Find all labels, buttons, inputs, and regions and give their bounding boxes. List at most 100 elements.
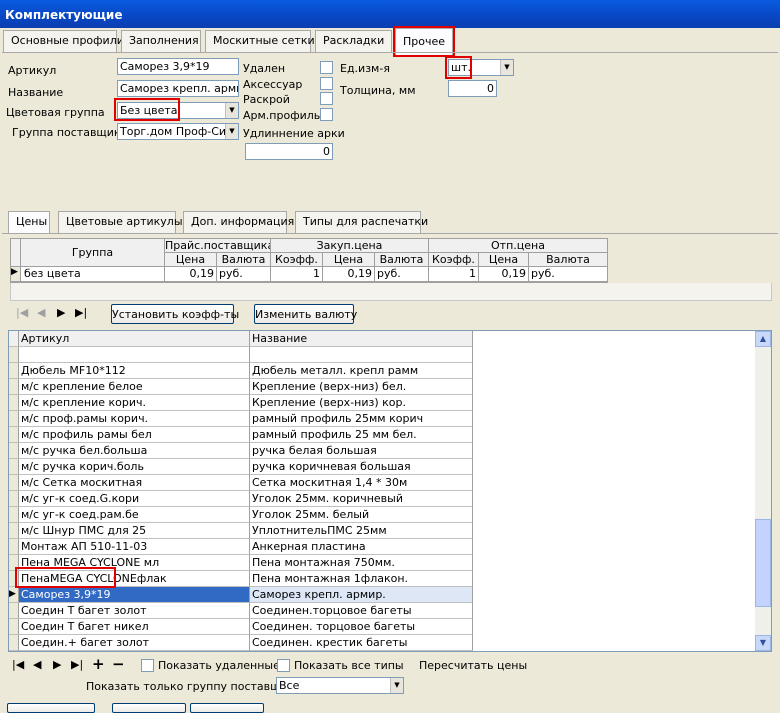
table-row[interactable]: м/с проф.рамы корич. рамный профиль 25мм … — [9, 411, 473, 427]
price-row-sp-price[interactable]: 0,19 — [165, 267, 217, 282]
cell-name[interactable]: Уголок 25мм. коричневый — [250, 491, 473, 507]
price-row-sp-currency[interactable]: руб. — [217, 267, 271, 282]
table-row[interactable]: м/с крепление белое Крепление (верх-низ) … — [9, 379, 473, 395]
prev-record-icon[interactable]: ◀ — [33, 658, 41, 671]
price-row-pp-currency[interactable]: руб. — [375, 267, 429, 282]
deleted-checkbox[interactable] — [320, 61, 333, 74]
accessory-checkbox[interactable] — [320, 77, 333, 90]
cutting-checkbox[interactable] — [320, 92, 333, 105]
price-row-group[interactable]: без цвета — [21, 267, 165, 282]
tab-mosquito-nets[interactable]: Москитные сетки — [205, 30, 315, 52]
cell-name[interactable]: ручка белая большая — [250, 443, 473, 459]
chevron-down-icon[interactable]: ▼ — [390, 678, 403, 693]
show-all-types-checkbox[interactable] — [277, 659, 290, 672]
tab-other[interactable]: Прочее — [393, 26, 455, 57]
chevron-down-icon[interactable]: ▼ — [500, 60, 513, 75]
cell-article[interactable]: Дюбель MF10*112 — [19, 363, 250, 379]
arch-field[interactable]: 0 — [245, 143, 333, 160]
cell-article[interactable]: м/с профиль рамы бел — [19, 427, 250, 443]
thickness-field[interactable]: 0 — [448, 80, 497, 97]
subtab-color-articles[interactable]: Цветовые артикулы — [58, 211, 183, 233]
cell-name[interactable]: ручка коричневая большая — [250, 459, 473, 475]
price-row-op-coef[interactable]: 1 — [429, 267, 479, 282]
cell-article[interactable]: м/с Сетка москитная — [19, 475, 250, 491]
scroll-up-icon[interactable]: ▲ — [755, 331, 771, 347]
cell-article[interactable]: м/с проф.рамы корич. — [19, 411, 250, 427]
show-deleted-checkbox[interactable] — [141, 659, 154, 672]
table-row[interactable]: м/с уг-к соед.G.кори Уголок 25мм. коричне… — [9, 491, 473, 507]
cell-article[interactable] — [19, 347, 250, 363]
grid-header-article[interactable]: Артикул — [19, 331, 250, 347]
table-row[interactable]: Монтаж АП 510-11-03 Анкерная пластина — [9, 539, 473, 555]
cell-name[interactable]: рамный профиль 25мм корич — [250, 411, 473, 427]
table-row[interactable]: м/с ручка корич.боль ручка коричневая бол… — [9, 459, 473, 475]
vertical-scrollbar[interactable]: ▲ ▼ — [755, 331, 771, 651]
table-row[interactable]: м/с уг-к соед.рам.бе Уголок 25мм. белый — [9, 507, 473, 523]
cell-article[interactable]: Соедин Т багет никел — [19, 619, 250, 635]
supplier-group-select[interactable]: Торг.дом Проф-Сити ▼ — [117, 123, 239, 140]
cell-name[interactable]: Уголок 25мм. белый — [250, 507, 473, 523]
last-record-icon[interactable]: ▶| — [71, 658, 83, 671]
subtab-extra-info[interactable]: Доп. информация — [183, 211, 294, 233]
bottom-button-1[interactable] — [7, 703, 95, 713]
delete-record-icon[interactable]: − — [112, 655, 125, 673]
scroll-down-icon[interactable]: ▼ — [755, 635, 771, 651]
cell-name[interactable]: Соединен. крестик багеты — [250, 651, 473, 652]
cell-article[interactable]: м/с уг-к соед.рам.бе — [19, 507, 250, 523]
table-row[interactable] — [9, 347, 473, 363]
price-row-pp-coef[interactable]: 1 — [271, 267, 323, 282]
table-row[interactable]: м/с Сетка москитная Сетка москитная 1,4 *… — [9, 475, 473, 491]
cell-article[interactable]: м/с ручка корич.боль — [19, 459, 250, 475]
cell-name[interactable]: Дюбель металл. крепл рамм — [250, 363, 473, 379]
price-row-pp-price[interactable]: 0,19 — [323, 267, 375, 282]
next-record-icon[interactable]: ▶ — [57, 306, 65, 319]
cell-article[interactable]: Соедин Т багет золот — [19, 603, 250, 619]
table-row[interactable]: ▶ Саморез 3,9*19 Саморез крепл. армир. — [9, 587, 473, 603]
subtab-prices[interactable]: Цены — [8, 211, 50, 233]
last-record-icon[interactable]: ▶| — [75, 306, 87, 319]
bottom-button-3[interactable] — [190, 703, 264, 713]
cell-article[interactable]: Саморез 3,9*19 — [19, 587, 250, 603]
cell-article[interactable]: м/с крепление корич. — [19, 395, 250, 411]
table-row[interactable]: м/с ручка бел.больша ручка белая большая — [9, 443, 473, 459]
first-record-icon[interactable]: |◀ — [16, 306, 28, 319]
cell-name[interactable]: Соединен. крестик багеты — [250, 635, 473, 651]
table-row[interactable]: Соедин.+ багет золот Соединен. крестик ба… — [9, 635, 473, 651]
cell-name[interactable]: Крепление (верх-низ) кор. — [250, 395, 473, 411]
cell-name[interactable]: Крепление (верх-низ) бел. — [250, 379, 473, 395]
article-field[interactable]: Саморез 3,9*19 — [117, 58, 239, 75]
price-row-op-price[interactable]: 0,19 — [479, 267, 529, 282]
cell-article[interactable]: м/с уг-к соед.G.кори — [19, 491, 250, 507]
scroll-thumb[interactable] — [755, 519, 771, 607]
cell-name[interactable]: Соединен.торцовое багеты — [250, 603, 473, 619]
cell-name[interactable]: Сетка москитная 1,4 * 30м — [250, 475, 473, 491]
cell-name[interactable] — [250, 347, 473, 363]
tab-main-profiles[interactable]: Основные профили — [3, 30, 124, 52]
first-record-icon[interactable]: |◀ — [12, 658, 24, 671]
supplier-filter-select[interactable]: Все ▼ — [276, 677, 404, 694]
cell-name[interactable]: Анкерная пластина — [250, 539, 473, 555]
components-grid[interactable]: Артикул Название Дюбель MF10*112 Дюбель м… — [8, 330, 772, 652]
tab-layouts[interactable]: Раскладки — [315, 30, 392, 52]
table-row[interactable]: Соедин Т багет золот Соединен.торцовое ба… — [9, 603, 473, 619]
cell-article[interactable]: м/с ручка бел.больша — [19, 443, 250, 459]
table-row[interactable]: Соедин.+ багет.никелСоединен. крестик ба… — [9, 651, 473, 652]
cell-article[interactable]: м/с Шнур ПМС для 25 — [19, 523, 250, 539]
bottom-button-2[interactable] — [112, 703, 186, 713]
name-field[interactable]: Саморез крепл. армир. — [117, 80, 239, 97]
cell-name[interactable]: УплотнительПМС 25мм — [250, 523, 473, 539]
table-row[interactable]: м/с Шнур ПМС для 25 УплотнительПМС 25мм — [9, 523, 473, 539]
table-row[interactable]: м/с профиль рамы бел рамный профиль 25 мм… — [9, 427, 473, 443]
reinforcement-checkbox[interactable] — [320, 108, 333, 121]
cell-article[interactable]: м/с крепление белое — [19, 379, 250, 395]
cell-name[interactable]: Саморез крепл. армир. — [250, 587, 473, 603]
tab-fillings[interactable]: Заполнения — [121, 30, 201, 52]
prev-record-icon[interactable]: ◀ — [37, 306, 45, 319]
cell-name[interactable]: Соединен. торцовое багеты — [250, 619, 473, 635]
cell-name[interactable]: рамный профиль 25 мм бел. — [250, 427, 473, 443]
price-grid[interactable]: Группа Прайс.поставщика Закуп.цена Отп.ц… — [10, 238, 608, 283]
cell-article[interactable]: Монтаж АП 510-11-03 — [19, 539, 250, 555]
table-row[interactable]: Соедин Т багет никел Соединен. торцовое б… — [9, 619, 473, 635]
price-row-op-currency[interactable]: руб. — [529, 267, 608, 282]
cell-article[interactable]: Соедин.+ багет.никел — [19, 651, 250, 652]
